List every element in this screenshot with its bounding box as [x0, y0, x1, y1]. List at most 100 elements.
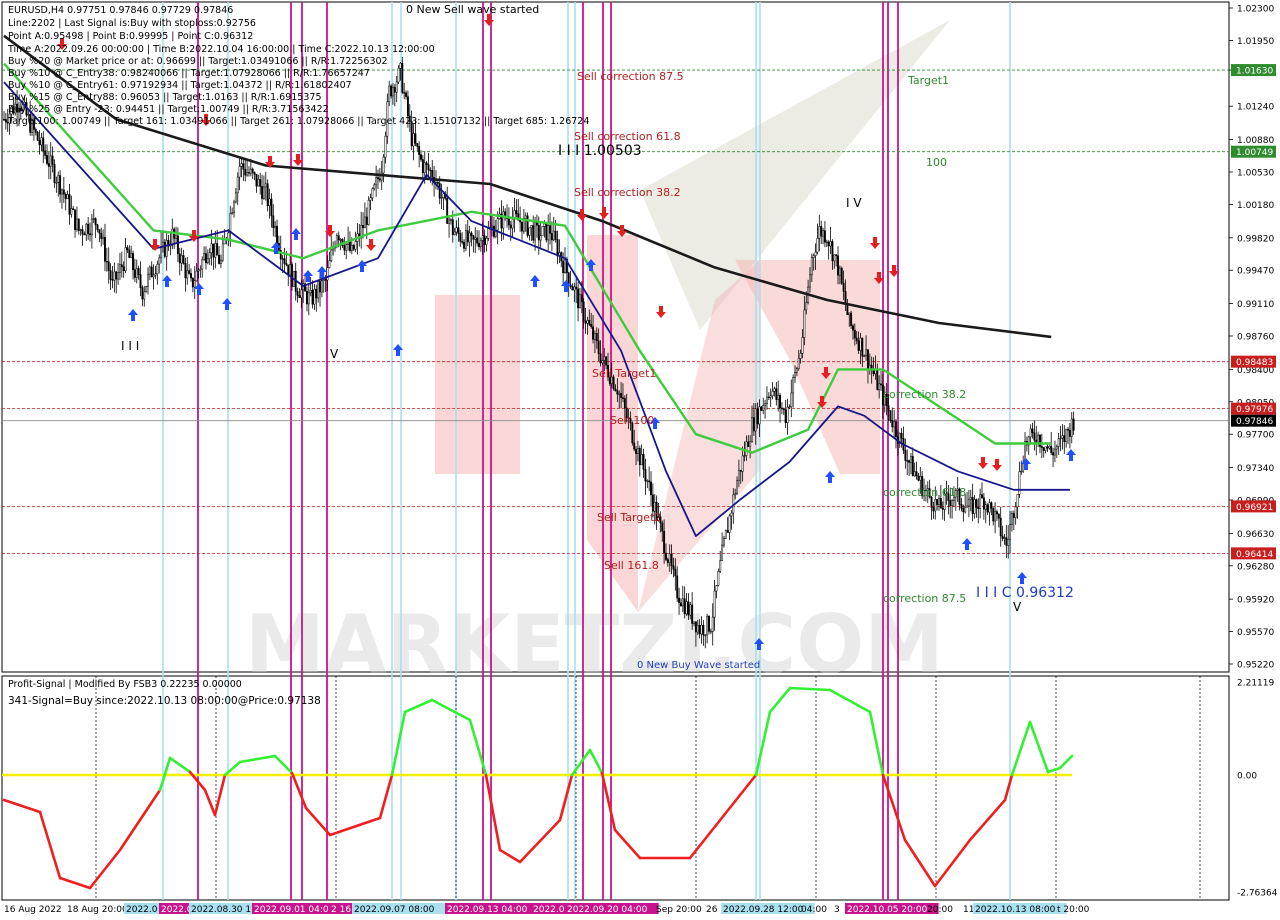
- candle-body: [66, 194, 69, 199]
- candle-body: [423, 162, 426, 174]
- candle-body: [893, 421, 896, 428]
- candle-body: [698, 625, 701, 635]
- candle-body: [792, 377, 795, 394]
- candle-body: [468, 232, 471, 243]
- candle-body: [289, 264, 292, 276]
- candle-body: [861, 337, 864, 357]
- sell-correction-618-label: Sell correction 61.8: [574, 130, 681, 143]
- candle-body: [519, 220, 522, 223]
- candle-body: [721, 544, 724, 562]
- candle-body: [64, 193, 67, 199]
- candle-body: [378, 178, 381, 181]
- candle-body: [797, 358, 800, 369]
- indicator-title: Profit-Signal | Modified By FSB3 0.22235…: [8, 679, 242, 690]
- candle-body: [476, 237, 479, 244]
- candle-body: [997, 513, 1000, 519]
- candle-body: [135, 268, 138, 278]
- candle-body: [195, 270, 198, 281]
- candle-body: [126, 247, 129, 251]
- candle-body: [915, 471, 918, 477]
- candle-body: [580, 294, 583, 303]
- price-tick-label: 0.97700: [1237, 431, 1274, 441]
- candle-body: [369, 197, 372, 201]
- candle-body: [827, 241, 830, 247]
- candle: [724, 529, 727, 540]
- sell-100-label: Sell 100: [610, 414, 654, 427]
- candle-body: [678, 597, 681, 604]
- candle-body: [253, 172, 256, 175]
- candle-body: [599, 353, 602, 364]
- candle-body: [537, 225, 540, 241]
- candle-body: [900, 432, 903, 439]
- candle-body: [405, 92, 408, 97]
- price-tick-label: 0.96630: [1237, 530, 1274, 540]
- candle-body: [115, 271, 118, 280]
- time-label: 3: [834, 905, 840, 915]
- candle-body: [270, 198, 273, 217]
- candle-body: [919, 475, 922, 481]
- candle-body: [1068, 429, 1071, 437]
- candle-body: [184, 263, 187, 279]
- candle-body: [425, 162, 428, 165]
- oscillator-axis-label: 2.21119: [1237, 679, 1274, 689]
- candle-body: [163, 241, 166, 257]
- candle-body: [100, 232, 103, 239]
- candle-body: [205, 253, 207, 264]
- candle-body: [130, 253, 133, 258]
- candle-body: [156, 263, 159, 275]
- candle-body: [1012, 513, 1015, 518]
- candle-body: [908, 460, 911, 463]
- candle-body: [541, 226, 544, 236]
- candle-body: [769, 395, 772, 398]
- candle-body: [150, 266, 153, 278]
- candle-body: [403, 92, 406, 94]
- time-label: 2022.10.05 20:00: [847, 905, 928, 915]
- candle-body: [681, 598, 684, 607]
- time-label: 20:00: [927, 905, 953, 915]
- candle-body: [384, 135, 387, 158]
- candle-body: [640, 454, 643, 466]
- candle-body: [552, 230, 555, 241]
- candle-body: [730, 512, 733, 517]
- candle-body: [666, 559, 669, 563]
- price-tick-label: 0.95920: [1237, 596, 1274, 606]
- candle-body: [255, 173, 258, 187]
- candle-body: [1042, 447, 1045, 451]
- candle-body: [515, 210, 518, 214]
- candle-body: [242, 163, 245, 170]
- candle-body: [438, 183, 441, 199]
- candle-body: [784, 409, 787, 424]
- candle-body: [622, 397, 624, 399]
- candle-body: [969, 497, 972, 500]
- candle-body: [638, 448, 641, 466]
- candle-body: [483, 235, 486, 245]
- candle-body: [203, 253, 206, 260]
- candle-body: [571, 286, 574, 291]
- candle-body: [846, 304, 849, 316]
- candle-body: [691, 604, 694, 624]
- candle-body: [188, 270, 191, 274]
- candle-body: [291, 264, 293, 287]
- candle-body: [190, 273, 192, 279]
- candle-body: [661, 522, 664, 532]
- candle-body: [814, 251, 817, 256]
- price-tick-label: 1.01950: [1237, 37, 1274, 47]
- candle-body: [315, 288, 318, 299]
- candle-body: [549, 225, 551, 234]
- candle-body: [201, 259, 204, 270]
- time-axis: 16 Aug 2022 18 Aug 20:002022.0 2022.02022.…: [4, 903, 1090, 915]
- candle-body: [1018, 471, 1021, 495]
- candle-body: [311, 290, 314, 305]
- candle-body: [889, 410, 892, 421]
- candle-body: [526, 215, 529, 236]
- candle-body: [109, 270, 112, 280]
- candle-body: [218, 254, 221, 264]
- sell-1618-label: Sell 161.8: [604, 559, 659, 572]
- candle-body: [42, 137, 45, 152]
- info-line: Buy %15 @ C_Entry88: 0.96053 || Target:1…: [8, 92, 322, 103]
- candle-body: [646, 480, 649, 482]
- time-label: 18 Aug 20:00: [67, 905, 128, 915]
- candle-body: [713, 590, 716, 618]
- candle-body: [40, 137, 43, 146]
- candle-body: [534, 222, 537, 241]
